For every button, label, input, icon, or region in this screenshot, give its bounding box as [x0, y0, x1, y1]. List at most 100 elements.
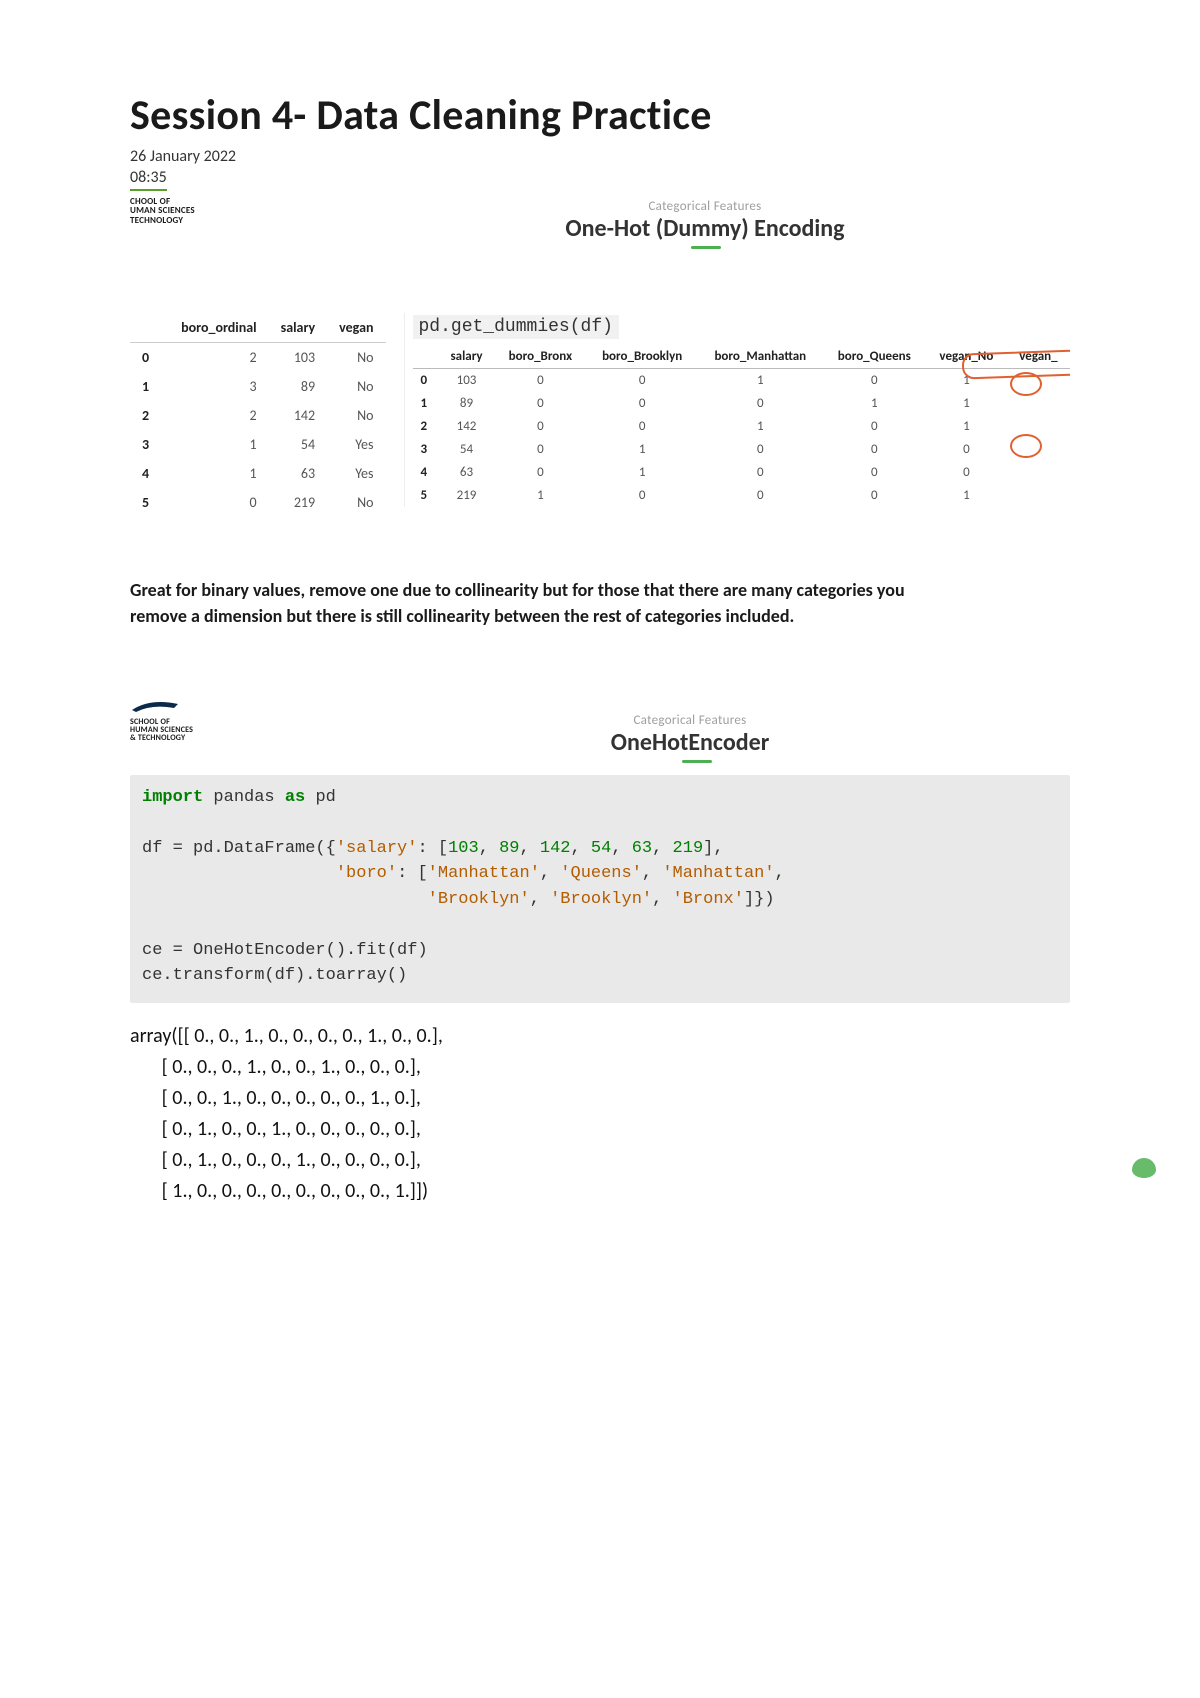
cell: 54: [269, 430, 328, 459]
table-row: 02103No: [130, 343, 386, 373]
cell: 89: [439, 392, 495, 415]
row-index: 1: [413, 392, 439, 415]
note-time: 08:35: [130, 168, 167, 191]
cell: 0: [823, 415, 926, 438]
cell: 1: [169, 459, 269, 488]
cell: 0: [494, 461, 586, 484]
code-line-7: ce = OneHotEncoder().fit(df): [142, 941, 428, 960]
cell: [1007, 461, 1070, 484]
code-txt: pandas: [203, 788, 285, 807]
table-row: 50219No: [130, 488, 386, 517]
cell: 103: [439, 369, 495, 393]
row-index: 5: [130, 488, 169, 517]
table-row: 214200101: [413, 415, 1071, 438]
slide2-overline: Categorical Features: [310, 713, 1070, 728]
explanatory-note: Great for binary values, remove one due …: [130, 577, 950, 629]
output-col: boro_Manhattan: [698, 345, 823, 369]
cell: 0: [698, 438, 823, 461]
cell: 1: [169, 430, 269, 459]
code-snippet-get-dummies: pd.get_dummies(df): [413, 315, 619, 339]
cell: 103: [269, 343, 328, 373]
cell: 219: [439, 484, 495, 507]
row-index: 0: [413, 369, 439, 393]
row-index: 4: [130, 459, 169, 488]
cell: No: [327, 343, 385, 373]
cell: 0: [494, 369, 586, 393]
table-row: 4163Yes: [130, 459, 386, 488]
row-index: 3: [413, 438, 439, 461]
document-page: Session 4- Data Cleaning Practice 26 Jan…: [0, 0, 1200, 1698]
row-index: 3: [130, 430, 169, 459]
code-line-3: df = pd.DataFrame({'salary': [103, 89, 1…: [142, 839, 724, 858]
table-row: 010300101: [413, 369, 1071, 393]
code-txt: pd: [305, 788, 336, 807]
cell: 1: [494, 484, 586, 507]
table-row: 1389No: [130, 372, 386, 401]
table-row: 3154Yes: [130, 430, 386, 459]
output-col: boro_Brooklyn: [586, 345, 697, 369]
cell: 0: [926, 438, 1007, 461]
cell: 1: [698, 369, 823, 393]
cell: No: [327, 372, 385, 401]
output-table-header: salaryboro_Bronxboro_Brooklynboro_Manhat…: [413, 345, 1071, 369]
cell: 0: [698, 484, 823, 507]
slide1-overline: Categorical Features: [340, 199, 1070, 214]
slide2-title: OneHotEncoder: [611, 728, 769, 757]
cell: 0: [586, 392, 697, 415]
col-boro-ordinal: boro_ordinal: [169, 313, 269, 343]
cell: 0: [494, 392, 586, 415]
cell: [1007, 484, 1070, 507]
table-row: 18900011: [413, 392, 1071, 415]
output-col: salary: [439, 345, 495, 369]
output-col: vegan_: [1007, 345, 1070, 369]
cell: 0: [698, 461, 823, 484]
cell: [1007, 438, 1070, 461]
output-table: salaryboro_Bronxboro_Brooklynboro_Manhat…: [413, 345, 1071, 507]
cell: [1007, 369, 1070, 393]
cell: 0: [823, 461, 926, 484]
code-line-8: ce.transform(df).toarray(): [142, 966, 407, 985]
cell: 1: [926, 369, 1007, 393]
cell: 63: [439, 461, 495, 484]
cell: 219: [269, 488, 328, 517]
cell: 0: [823, 438, 926, 461]
input-table: boro_ordinal salary vegan 02103No1389No2…: [130, 313, 386, 517]
row-index: 0: [130, 343, 169, 373]
cell: 0: [586, 369, 697, 393]
cell: 3: [169, 372, 269, 401]
cell: 142: [439, 415, 495, 438]
col-vegan: vegan: [327, 313, 385, 343]
cell: 0: [494, 415, 586, 438]
cell: 1: [586, 461, 697, 484]
cell: 0: [586, 415, 697, 438]
slide1-title: One-Hot (Dummy) Encoding: [565, 214, 844, 243]
note-date: 26 January 2022: [130, 147, 1070, 166]
cell: 0: [698, 392, 823, 415]
cell: 1: [926, 484, 1007, 507]
row-index: 1: [130, 372, 169, 401]
code-block-onehotencoder: import pandas as pd df = pd.DataFrame({'…: [130, 775, 1070, 1003]
chat-bubble-icon: [1132, 1158, 1156, 1178]
dummies-panel: pd.get_dummies(df) salaryboro_Bronxboro_…: [404, 313, 1071, 507]
cell: Yes: [327, 430, 385, 459]
cell: 0: [586, 484, 697, 507]
table-row: 46301000: [413, 461, 1071, 484]
col-salary: salary: [269, 313, 328, 343]
slide1-heading: Categorical Features One-Hot (Dummy) Enc…: [130, 199, 1070, 243]
slide2-header: SCHOOL OF HUMAN SCIENCES & TECHNOLOGY Ca…: [130, 700, 1070, 757]
cell: No: [327, 401, 385, 430]
cell: 1: [926, 392, 1007, 415]
kw-as: as: [285, 788, 305, 807]
cell: 142: [269, 401, 328, 430]
cell: 63: [269, 459, 328, 488]
school2-line-3: & TECHNOLOGY: [130, 733, 185, 743]
page-title: Session 4- Data Cleaning Practice: [130, 90, 1070, 141]
cell: 0: [823, 484, 926, 507]
row-index: 5: [413, 484, 439, 507]
row-index: 2: [130, 401, 169, 430]
cell: 0: [926, 461, 1007, 484]
cell: 1: [926, 415, 1007, 438]
table-row: 35401000: [413, 438, 1071, 461]
cell: 0: [823, 369, 926, 393]
slide1-content: boro_ordinal salary vegan 02103No1389No2…: [130, 313, 1070, 517]
